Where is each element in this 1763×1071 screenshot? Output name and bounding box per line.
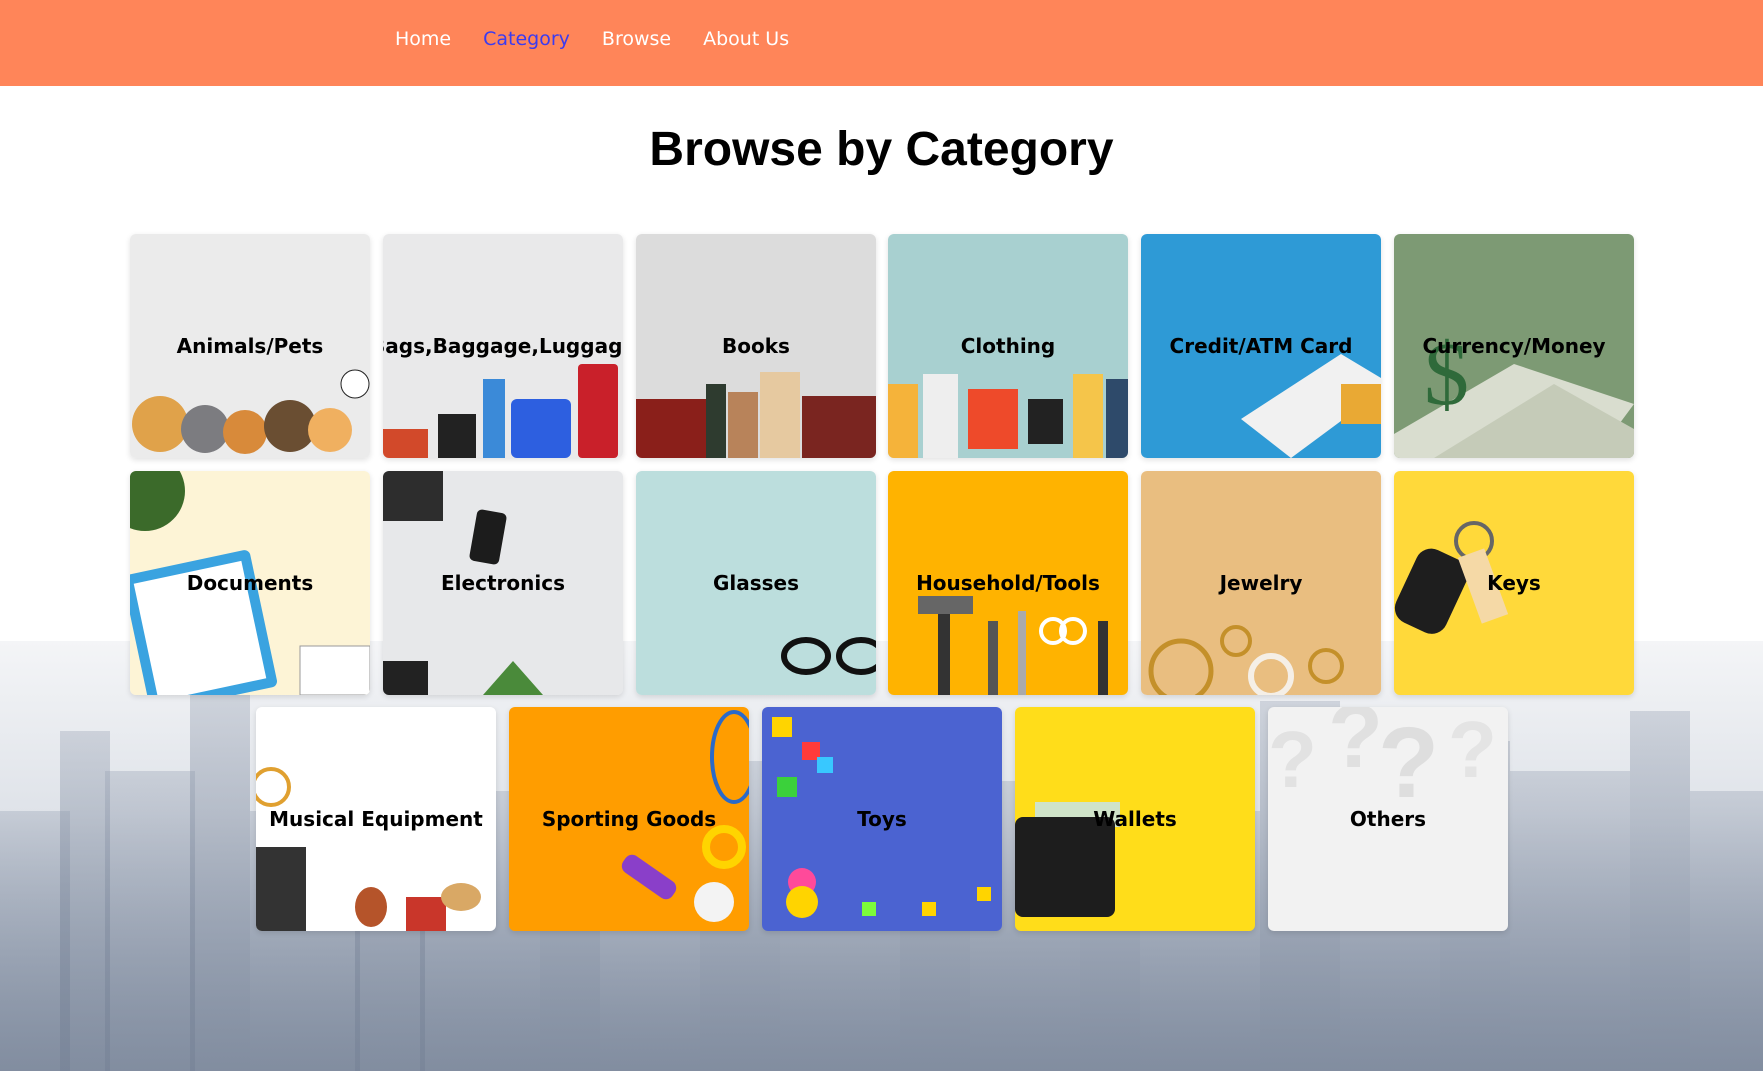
category-label: Toys <box>857 807 907 831</box>
main-nav: Home Category Browse About Us <box>395 28 789 50</box>
category-card-keys[interactable]: Keys <box>1394 471 1634 695</box>
category-label: Animals/Pets <box>176 334 324 358</box>
nav-home-link[interactable]: Home <box>395 28 451 50</box>
category-card-clothing[interactable]: Clothing <box>888 234 1128 458</box>
category-card-bags[interactable]: Bags,Baggage,Luggage <box>383 234 623 458</box>
category-label: Wallets <box>1093 807 1177 831</box>
category-label: Glasses <box>712 571 800 595</box>
category-label: Credit/ATM Card <box>1169 334 1353 358</box>
top-navigation-bar: Home Category Browse About Us <box>0 0 1763 86</box>
category-card-books[interactable]: Books <box>636 234 876 458</box>
category-card-glasses[interactable]: Glasses <box>636 471 876 695</box>
category-card-household-tools[interactable]: Household/Tools <box>888 471 1128 695</box>
category-label: Clothing <box>960 334 1056 358</box>
category-label: Electronics <box>441 571 565 595</box>
category-card-toys[interactable]: Toys <box>762 707 1002 931</box>
category-card-documents[interactable]: Documents <box>130 471 370 695</box>
nav-about-us-link[interactable]: About Us <box>703 28 789 50</box>
nav-category-link[interactable]: Category <box>483 28 570 50</box>
category-card-currency[interactable]: $ Currency/Money <box>1394 234 1634 458</box>
category-card-animals-pets[interactable]: Animals/Pets <box>130 234 370 458</box>
category-card-jewelry[interactable]: Jewelry <box>1141 471 1381 695</box>
category-label: Musical Equipment <box>269 807 483 831</box>
category-label: Jewelry <box>1219 571 1303 595</box>
category-card-sporting-goods[interactable]: Sporting Goods <box>509 707 749 931</box>
category-label: Others <box>1349 807 1427 831</box>
category-card-musical-equipment[interactable]: Musical Equipment <box>256 707 496 931</box>
nav-browse-link[interactable]: Browse <box>602 28 671 50</box>
category-card-others[interactable]: ? ? ? ? Others <box>1268 707 1508 931</box>
category-card-credit-atm[interactable]: Credit/ATM Card <box>1141 234 1381 458</box>
page-title: Browse by Category <box>649 123 1114 176</box>
category-label: Sporting Goods <box>541 807 717 831</box>
category-label: Bags,Baggage,Luggage <box>383 334 623 358</box>
category-label: Books <box>722 334 790 358</box>
category-card-electronics[interactable]: Electronics <box>383 471 623 695</box>
category-label: Currency/Money <box>1422 334 1606 358</box>
category-card-wallets[interactable]: Wallets <box>1015 707 1255 931</box>
category-label: Keys <box>1487 571 1541 595</box>
category-label: Household/Tools <box>916 571 1100 595</box>
category-label: Documents <box>186 571 314 595</box>
